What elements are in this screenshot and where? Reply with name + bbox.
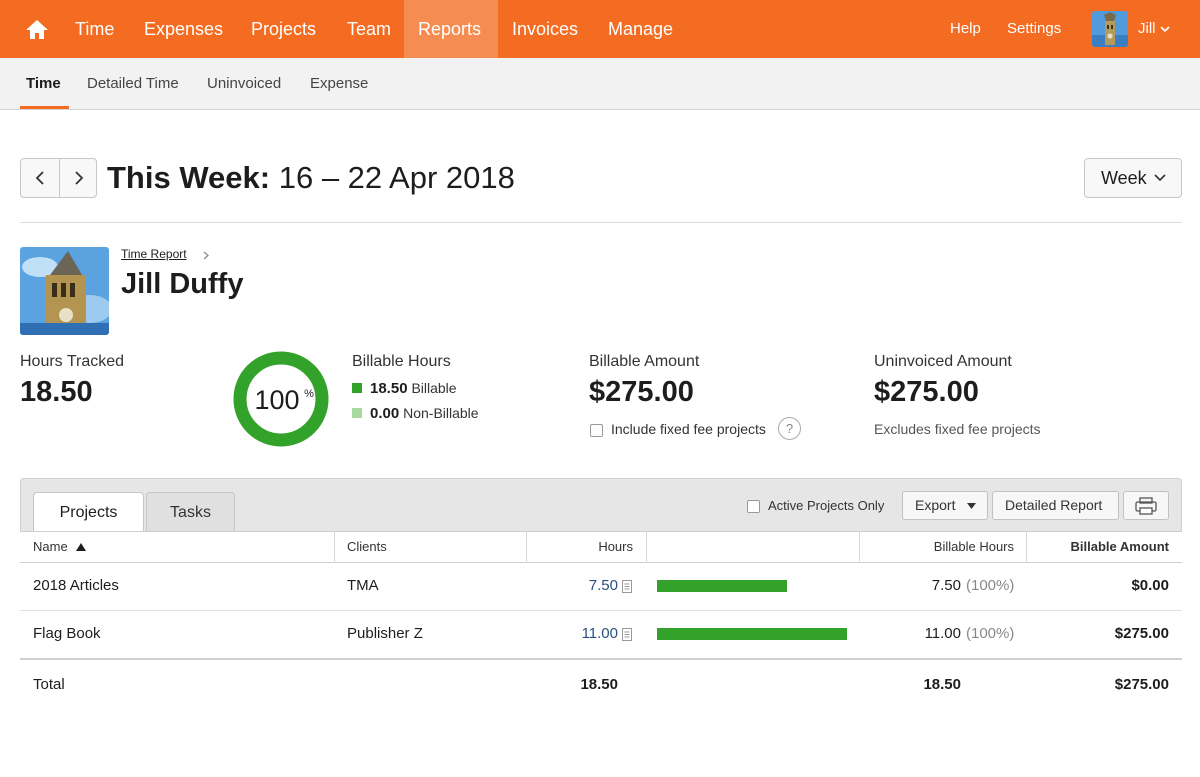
page-title-range: 16 – 22 Apr 2018 <box>278 160 515 195</box>
hours-tracked-label: Hours Tracked <box>20 353 125 370</box>
printer-icon <box>1135 497 1157 515</box>
nav-item-manage[interactable]: Manage <box>594 0 687 58</box>
tab-projects[interactable]: Projects <box>33 492 144 533</box>
total-hours: 18.50 <box>580 676 618 693</box>
legend-swatch-non-billable <box>352 408 362 419</box>
include-fixed-fee-label[interactable]: Include fixed fee projects <box>611 421 766 437</box>
nav-item-expenses[interactable]: Expenses <box>130 0 237 58</box>
column-header-name[interactable]: Name <box>33 531 87 563</box>
breadcrumb-time-report[interactable]: Time Report <box>121 247 187 261</box>
next-period-button[interactable] <box>60 159 98 197</box>
period-pager <box>20 158 97 198</box>
billable-word: Billable <box>411 380 457 396</box>
settings-link[interactable]: Settings <box>1007 0 1061 58</box>
billable-amount-value: $275.00 <box>589 376 694 408</box>
export-button[interactable]: Export <box>902 491 988 520</box>
column-header-hours[interactable]: Hours <box>527 531 633 563</box>
chevron-down-icon[interactable] <box>1160 24 1170 34</box>
print-button[interactable] <box>1123 491 1169 520</box>
row-hours-link[interactable]: 11.00 <box>520 624 618 644</box>
row-client[interactable]: Publisher Z <box>347 624 423 644</box>
person-name: Jill Duffy <box>121 268 244 300</box>
column-divider <box>646 531 647 563</box>
nav-item-time[interactable]: Time <box>61 0 128 58</box>
reports-subnav: Time Detailed Time Uninvoiced Expense <box>0 58 1200 110</box>
row-divider <box>20 610 1182 611</box>
non-billable-word: Non-Billable <box>403 405 479 421</box>
column-divider <box>334 531 335 563</box>
chevron-right-icon <box>203 251 209 260</box>
caret-down-icon <box>967 503 976 509</box>
total-billable-hours: 18.50 <box>923 676 961 693</box>
row-hours-link[interactable]: 7.50 <box>520 576 618 596</box>
active-tab-indicator <box>20 106 69 109</box>
non-billable-hours-value: 0.00 <box>370 405 400 422</box>
period-select-label: Week <box>1101 168 1147 188</box>
legend-billable: 18.50 Billable <box>352 380 457 397</box>
note-icon[interactable] <box>622 580 632 593</box>
total-label: Total <box>33 676 65 693</box>
top-navigation-bar: Time Expenses Projects Team Reports Invo… <box>0 0 1200 58</box>
billable-hours-value: 18.50 <box>370 380 408 397</box>
uninvoiced-amount-value: $275.00 <box>874 376 979 408</box>
nav-item-reports[interactable]: Reports <box>404 0 498 58</box>
nav-item-projects[interactable]: Projects <box>237 0 330 58</box>
user-avatar[interactable] <box>1092 11 1128 47</box>
column-header-billable-hours[interactable]: Billable Hours <box>860 531 1014 563</box>
period-select-button[interactable]: Week <box>1084 158 1182 198</box>
export-label: Export <box>915 497 956 513</box>
row-billable-amount: $275.00 <box>1114 625 1169 642</box>
chevron-left-icon <box>35 171 44 185</box>
legend-non-billable: 0.00 Non-Billable <box>352 405 479 422</box>
row-client[interactable]: TMA <box>347 576 379 596</box>
billable-hours-label: Billable Hours <box>352 353 451 370</box>
subnav-tab-expense[interactable]: Expense <box>310 58 368 110</box>
chevron-right-icon <box>75 171 84 185</box>
subnav-tab-uninvoiced[interactable]: Uninvoiced <box>207 58 281 110</box>
row-project-name[interactable]: Flag Book <box>33 624 101 644</box>
user-menu-name[interactable]: Jill <box>1138 0 1156 58</box>
row-billable-hours: 11.00 <box>924 625 961 642</box>
detailed-report-button[interactable]: Detailed Report <box>992 491 1119 520</box>
column-header-name-label: Name <box>33 539 68 554</box>
subnav-tab-detailed-time[interactable]: Detailed Time <box>87 58 179 110</box>
row-billable-hours: 7.50 <box>931 577 961 594</box>
row-billable-percent: (100%) <box>966 577 1015 594</box>
column-header-clients[interactable]: Clients <box>347 531 387 563</box>
row-project-name[interactable]: 2018 Articles <box>33 576 119 596</box>
active-projects-only-label[interactable]: Active Projects Only <box>768 498 884 513</box>
previous-period-button[interactable] <box>21 159 59 197</box>
uninvoiced-amount-label: Uninvoiced Amount <box>874 353 1012 370</box>
donut-percent-sign: % <box>304 388 314 400</box>
chevron-down-icon <box>1154 174 1166 182</box>
nav-item-invoices[interactable]: Invoices <box>498 0 592 58</box>
row-billable-percent: (100%) <box>966 625 1015 642</box>
page-title-prefix: This Week: <box>107 160 271 195</box>
sort-ascending-icon <box>76 543 87 551</box>
total-divider <box>20 658 1182 660</box>
total-billable-amount: $275.00 <box>1114 676 1169 693</box>
home-icon[interactable] <box>24 17 50 41</box>
person-avatar <box>20 247 109 335</box>
row-hours-bar <box>657 628 847 640</box>
header-divider <box>20 222 1182 223</box>
uninvoiced-note: Excludes fixed fee projects <box>874 421 1041 437</box>
billable-donut-chart: 100 % <box>233 351 329 447</box>
row-billable-amount: $0.00 <box>1131 577 1169 594</box>
row-hours-bar <box>657 580 787 592</box>
hours-tracked-value: 18.50 <box>20 376 93 408</box>
tab-tasks[interactable]: Tasks <box>146 492 235 532</box>
include-fixed-fee-checkbox[interactable] <box>590 424 603 437</box>
help-icon[interactable]: ? <box>778 417 801 440</box>
note-icon[interactable] <box>622 628 632 641</box>
page-title: This Week: 16 – 22 Apr 2018 <box>107 160 515 196</box>
billable-amount-label: Billable Amount <box>589 353 700 370</box>
help-link[interactable]: Help <box>950 0 981 58</box>
active-projects-only-checkbox[interactable] <box>747 500 760 513</box>
column-header-billable-amount[interactable]: Billable Amount <box>1027 531 1169 563</box>
legend-swatch-billable <box>352 383 362 394</box>
donut-percent: 100 <box>254 385 299 415</box>
nav-item-team[interactable]: Team <box>333 0 405 58</box>
subnav-tab-time[interactable]: Time <box>26 58 61 110</box>
